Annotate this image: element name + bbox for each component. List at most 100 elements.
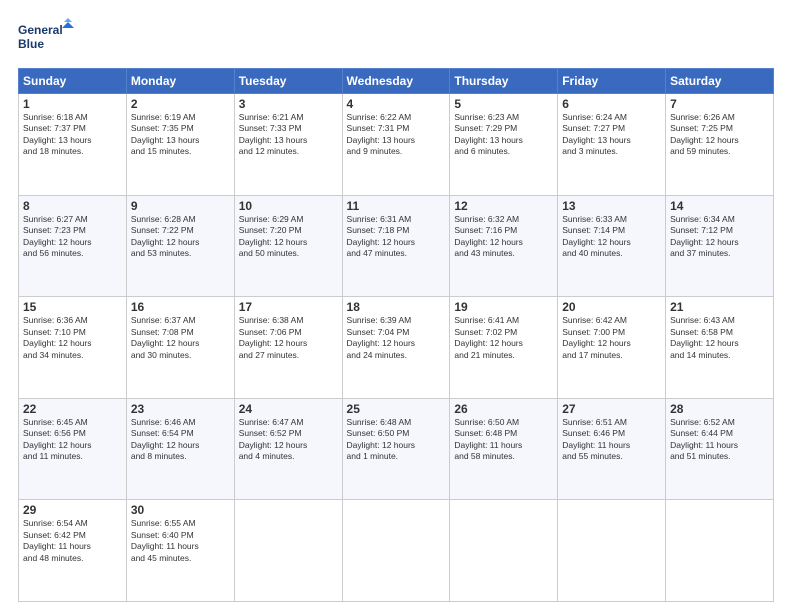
calendar-cell: 24Sunrise: 6:47 AMSunset: 6:52 PMDayligh… [234, 398, 342, 500]
day-number: 12 [454, 199, 553, 213]
day-number: 1 [23, 97, 122, 111]
day-info: Sunrise: 6:47 AMSunset: 6:52 PMDaylight:… [239, 417, 338, 463]
calendar-table: SundayMondayTuesdayWednesdayThursdayFrid… [18, 68, 774, 602]
calendar-week-3: 15Sunrise: 6:36 AMSunset: 7:10 PMDayligh… [19, 297, 774, 399]
day-number: 17 [239, 300, 338, 314]
day-number: 9 [131, 199, 230, 213]
calendar-cell: 27Sunrise: 6:51 AMSunset: 6:46 PMDayligh… [558, 398, 666, 500]
calendar-cell: 20Sunrise: 6:42 AMSunset: 7:00 PMDayligh… [558, 297, 666, 399]
day-number: 24 [239, 402, 338, 416]
page: General Blue SundayMondayTuesdayWednesda… [0, 0, 792, 612]
calendar-cell: 9Sunrise: 6:28 AMSunset: 7:22 PMDaylight… [126, 195, 234, 297]
header: General Blue [18, 18, 774, 58]
calendar-cell [558, 500, 666, 602]
day-info: Sunrise: 6:55 AMSunset: 6:40 PMDaylight:… [131, 518, 230, 564]
calendar-cell: 11Sunrise: 6:31 AMSunset: 7:18 PMDayligh… [342, 195, 450, 297]
weekday-header-thursday: Thursday [450, 69, 558, 94]
day-info: Sunrise: 6:34 AMSunset: 7:12 PMDaylight:… [670, 214, 769, 260]
calendar-cell: 4Sunrise: 6:22 AMSunset: 7:31 PMDaylight… [342, 94, 450, 196]
calendar-cell: 17Sunrise: 6:38 AMSunset: 7:06 PMDayligh… [234, 297, 342, 399]
calendar-cell: 29Sunrise: 6:54 AMSunset: 6:42 PMDayligh… [19, 500, 127, 602]
day-number: 5 [454, 97, 553, 111]
day-number: 29 [23, 503, 122, 517]
day-number: 16 [131, 300, 230, 314]
day-info: Sunrise: 6:23 AMSunset: 7:29 PMDaylight:… [454, 112, 553, 158]
day-number: 13 [562, 199, 661, 213]
weekday-header-saturday: Saturday [666, 69, 774, 94]
day-info: Sunrise: 6:50 AMSunset: 6:48 PMDaylight:… [454, 417, 553, 463]
calendar-cell: 22Sunrise: 6:45 AMSunset: 6:56 PMDayligh… [19, 398, 127, 500]
day-number: 3 [239, 97, 338, 111]
day-info: Sunrise: 6:18 AMSunset: 7:37 PMDaylight:… [23, 112, 122, 158]
calendar-cell: 7Sunrise: 6:26 AMSunset: 7:25 PMDaylight… [666, 94, 774, 196]
day-info: Sunrise: 6:31 AMSunset: 7:18 PMDaylight:… [347, 214, 446, 260]
day-number: 22 [23, 402, 122, 416]
day-info: Sunrise: 6:51 AMSunset: 6:46 PMDaylight:… [562, 417, 661, 463]
calendar-week-2: 8Sunrise: 6:27 AMSunset: 7:23 PMDaylight… [19, 195, 774, 297]
day-info: Sunrise: 6:28 AMSunset: 7:22 PMDaylight:… [131, 214, 230, 260]
calendar-cell: 18Sunrise: 6:39 AMSunset: 7:04 PMDayligh… [342, 297, 450, 399]
calendar-cell: 16Sunrise: 6:37 AMSunset: 7:08 PMDayligh… [126, 297, 234, 399]
day-number: 23 [131, 402, 230, 416]
calendar-cell: 6Sunrise: 6:24 AMSunset: 7:27 PMDaylight… [558, 94, 666, 196]
day-number: 25 [347, 402, 446, 416]
calendar-cell: 25Sunrise: 6:48 AMSunset: 6:50 PMDayligh… [342, 398, 450, 500]
calendar-cell: 15Sunrise: 6:36 AMSunset: 7:10 PMDayligh… [19, 297, 127, 399]
calendar-cell: 3Sunrise: 6:21 AMSunset: 7:33 PMDaylight… [234, 94, 342, 196]
calendar-cell: 19Sunrise: 6:41 AMSunset: 7:02 PMDayligh… [450, 297, 558, 399]
svg-text:General: General [18, 23, 63, 37]
day-number: 30 [131, 503, 230, 517]
day-info: Sunrise: 6:27 AMSunset: 7:23 PMDaylight:… [23, 214, 122, 260]
day-info: Sunrise: 6:45 AMSunset: 6:56 PMDaylight:… [23, 417, 122, 463]
day-info: Sunrise: 6:39 AMSunset: 7:04 PMDaylight:… [347, 315, 446, 361]
day-info: Sunrise: 6:41 AMSunset: 7:02 PMDaylight:… [454, 315, 553, 361]
day-number: 7 [670, 97, 769, 111]
weekday-header-wednesday: Wednesday [342, 69, 450, 94]
day-number: 19 [454, 300, 553, 314]
day-number: 21 [670, 300, 769, 314]
calendar-week-5: 29Sunrise: 6:54 AMSunset: 6:42 PMDayligh… [19, 500, 774, 602]
calendar-cell [450, 500, 558, 602]
weekday-header-row: SundayMondayTuesdayWednesdayThursdayFrid… [19, 69, 774, 94]
day-number: 28 [670, 402, 769, 416]
logo: General Blue [18, 18, 78, 58]
day-info: Sunrise: 6:37 AMSunset: 7:08 PMDaylight:… [131, 315, 230, 361]
calendar-cell: 14Sunrise: 6:34 AMSunset: 7:12 PMDayligh… [666, 195, 774, 297]
calendar-cell: 5Sunrise: 6:23 AMSunset: 7:29 PMDaylight… [450, 94, 558, 196]
calendar-cell: 1Sunrise: 6:18 AMSunset: 7:37 PMDaylight… [19, 94, 127, 196]
day-info: Sunrise: 6:32 AMSunset: 7:16 PMDaylight:… [454, 214, 553, 260]
weekday-header-sunday: Sunday [19, 69, 127, 94]
calendar-week-4: 22Sunrise: 6:45 AMSunset: 6:56 PMDayligh… [19, 398, 774, 500]
day-number: 14 [670, 199, 769, 213]
day-info: Sunrise: 6:29 AMSunset: 7:20 PMDaylight:… [239, 214, 338, 260]
weekday-header-monday: Monday [126, 69, 234, 94]
calendar-cell: 21Sunrise: 6:43 AMSunset: 6:58 PMDayligh… [666, 297, 774, 399]
day-number: 2 [131, 97, 230, 111]
day-number: 8 [23, 199, 122, 213]
calendar-cell [666, 500, 774, 602]
day-number: 4 [347, 97, 446, 111]
day-number: 15 [23, 300, 122, 314]
day-number: 11 [347, 199, 446, 213]
calendar-cell: 13Sunrise: 6:33 AMSunset: 7:14 PMDayligh… [558, 195, 666, 297]
day-info: Sunrise: 6:43 AMSunset: 6:58 PMDaylight:… [670, 315, 769, 361]
svg-text:Blue: Blue [18, 37, 44, 51]
calendar-cell [342, 500, 450, 602]
day-info: Sunrise: 6:52 AMSunset: 6:44 PMDaylight:… [670, 417, 769, 463]
day-info: Sunrise: 6:24 AMSunset: 7:27 PMDaylight:… [562, 112, 661, 158]
day-info: Sunrise: 6:21 AMSunset: 7:33 PMDaylight:… [239, 112, 338, 158]
day-number: 27 [562, 402, 661, 416]
weekday-header-tuesday: Tuesday [234, 69, 342, 94]
day-info: Sunrise: 6:36 AMSunset: 7:10 PMDaylight:… [23, 315, 122, 361]
day-number: 10 [239, 199, 338, 213]
day-number: 26 [454, 402, 553, 416]
weekday-header-friday: Friday [558, 69, 666, 94]
day-info: Sunrise: 6:46 AMSunset: 6:54 PMDaylight:… [131, 417, 230, 463]
calendar-cell: 23Sunrise: 6:46 AMSunset: 6:54 PMDayligh… [126, 398, 234, 500]
calendar-cell: 8Sunrise: 6:27 AMSunset: 7:23 PMDaylight… [19, 195, 127, 297]
calendar-cell: 26Sunrise: 6:50 AMSunset: 6:48 PMDayligh… [450, 398, 558, 500]
day-info: Sunrise: 6:19 AMSunset: 7:35 PMDaylight:… [131, 112, 230, 158]
calendar-cell: 12Sunrise: 6:32 AMSunset: 7:16 PMDayligh… [450, 195, 558, 297]
day-info: Sunrise: 6:26 AMSunset: 7:25 PMDaylight:… [670, 112, 769, 158]
calendar-week-1: 1Sunrise: 6:18 AMSunset: 7:37 PMDaylight… [19, 94, 774, 196]
